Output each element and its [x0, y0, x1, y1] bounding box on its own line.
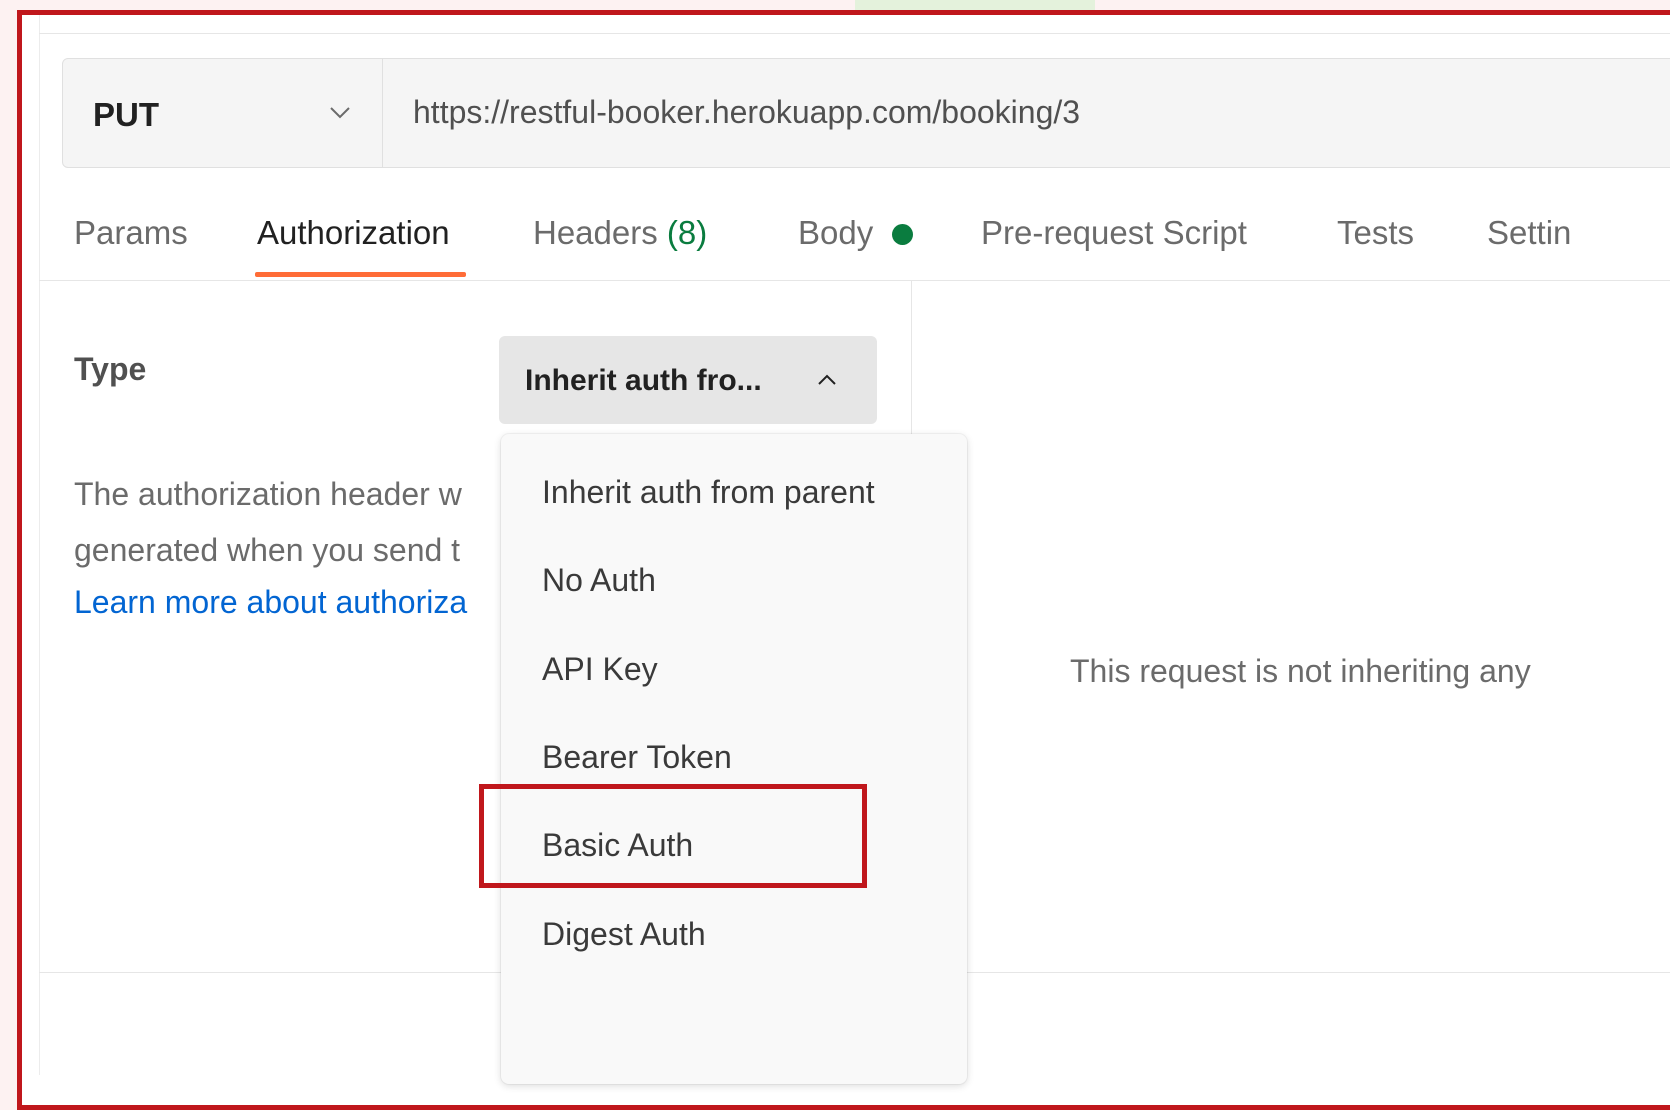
tabs-divider [39, 280, 1670, 281]
auth-type-value: Inherit auth fro... [525, 364, 762, 397]
learn-more-link[interactable]: Learn more about authoriza [74, 584, 467, 621]
tab-tests[interactable]: Tests [1337, 214, 1414, 252]
chevron-down-icon [330, 107, 350, 119]
tab-authorization[interactable]: Authorization [257, 214, 450, 252]
menu-item-digest-auth[interactable]: Digest Auth [542, 916, 706, 953]
method-select[interactable]: PUT [63, 59, 383, 167]
method-label: PUT [93, 96, 159, 133]
active-tab-indicator [255, 272, 466, 277]
menu-item-bearer-token[interactable]: Bearer Token [542, 739, 732, 776]
auth-description-line2: generated when you send t [74, 532, 461, 568]
body-modified-dot [892, 224, 913, 245]
menu-item-no-auth[interactable]: No Auth [542, 562, 656, 599]
inherit-message: This request is not inheriting any [1070, 653, 1531, 689]
tab-pre-request-script[interactable]: Pre-request Script [981, 214, 1247, 252]
tab-settings[interactable]: Settin [1487, 214, 1571, 252]
type-label: Type [74, 351, 147, 387]
auth-type-dropdown: Inherit auth from parent No Auth API Key… [501, 434, 967, 1084]
auth-description-line1: The authorization header w [74, 476, 462, 512]
tab-headers-label: Headers [533, 214, 658, 251]
basic-auth-highlight [479, 784, 867, 888]
tab-headers[interactable]: Headers (8) [533, 214, 707, 252]
url-bar: PUT https://restful-booker.herokuapp.com… [62, 58, 1670, 168]
tab-params[interactable]: Params [74, 214, 188, 252]
chevron-up-icon [818, 374, 836, 385]
frame-tint [855, 0, 1095, 10]
auth-type-select[interactable]: Inherit auth fro... [499, 336, 877, 424]
top-divider [39, 33, 1670, 34]
url-input[interactable]: https://restful-booker.herokuapp.com/boo… [413, 94, 1080, 131]
headers-count: (8) [666, 214, 708, 251]
menu-item-inherit-auth[interactable]: Inherit auth from parent [542, 474, 875, 511]
tab-body[interactable]: Body [798, 214, 873, 252]
menu-item-api-key[interactable]: API Key [542, 651, 658, 688]
panel-border [39, 15, 40, 1075]
